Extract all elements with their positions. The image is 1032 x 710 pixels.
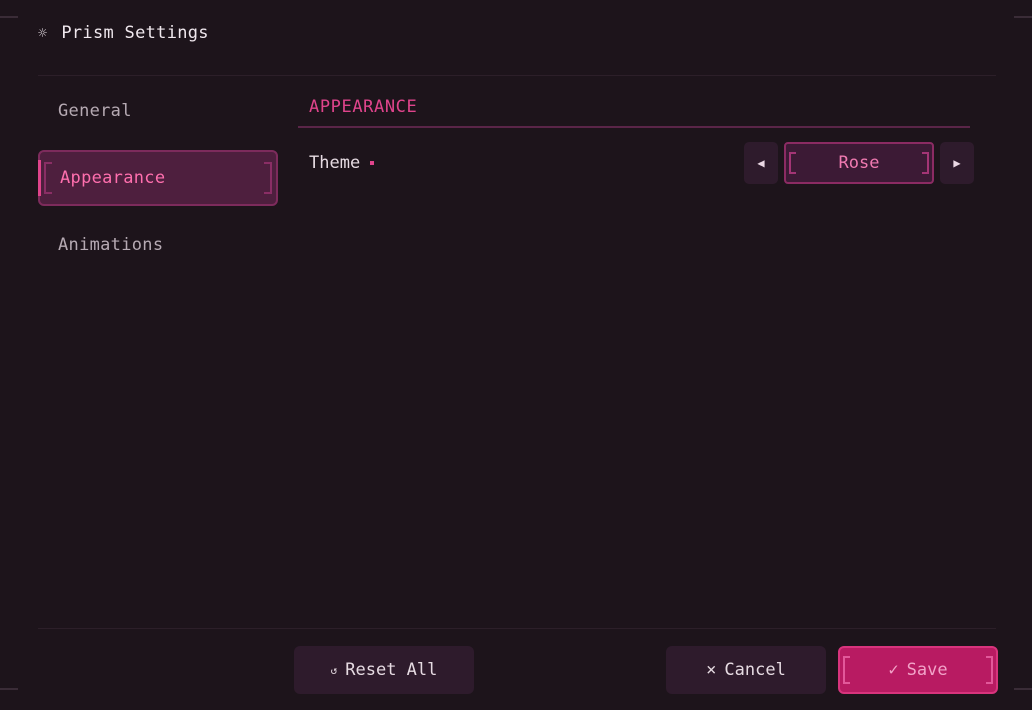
left-arrow-icon: ◀ — [757, 156, 765, 170]
sidebar-item-animations[interactable]: Animations — [38, 222, 278, 268]
theme-cycler: ◀ Rose ▶ — [744, 142, 974, 184]
sidebar-item-general[interactable]: General — [38, 88, 278, 134]
window-title: Prism Settings — [61, 23, 209, 43]
cancel-label: Cancel — [724, 660, 786, 680]
corner-decoration — [0, 688, 18, 690]
settings-content: APPEARANCE Theme ◀ Rose ▶ — [298, 88, 974, 186]
modified-indicator — [370, 161, 375, 165]
footer-divider — [38, 628, 996, 629]
close-icon: × — [706, 660, 717, 680]
theme-prev-button[interactable]: ◀ — [744, 142, 778, 184]
save-button[interactable]: ✓ Save — [838, 646, 998, 694]
section-title: APPEARANCE — [298, 88, 970, 128]
title-bar: ☼ Prism Settings — [38, 20, 209, 46]
corner-decoration — [1014, 16, 1032, 18]
cancel-button[interactable]: × Cancel — [666, 646, 826, 694]
reset-icon: ↺ — [330, 663, 338, 677]
bracket-right-decoration — [986, 656, 993, 684]
gear-icon: ☼ — [38, 24, 48, 42]
bracket-left-decoration — [843, 656, 850, 684]
theme-value-text: Rose — [838, 153, 880, 173]
bracket-left-decoration — [789, 152, 796, 174]
bracket-right-decoration — [264, 162, 272, 194]
title-divider — [38, 75, 996, 76]
reset-label: Reset All — [345, 660, 438, 680]
sidebar-item-label: General — [58, 101, 132, 121]
save-label: Save — [906, 660, 948, 680]
setting-label: Theme — [309, 153, 361, 173]
settings-window: ☼ Prism Settings General Appearance Anim… — [0, 0, 1032, 710]
theme-value[interactable]: Rose — [784, 142, 934, 184]
setting-row-theme: Theme ◀ Rose ▶ — [298, 140, 974, 186]
bracket-right-decoration — [922, 152, 929, 174]
corner-decoration — [0, 16, 18, 18]
bracket-left-decoration — [44, 162, 52, 194]
sidebar-item-label: Animations — [58, 235, 164, 255]
sidebar: General Appearance Animations — [38, 88, 278, 284]
right-arrow-icon: ▶ — [953, 156, 961, 170]
theme-next-button[interactable]: ▶ — [940, 142, 974, 184]
corner-decoration — [1014, 688, 1032, 690]
sidebar-item-label: Appearance — [60, 168, 166, 188]
check-icon: ✓ — [888, 660, 899, 680]
sidebar-item-appearance[interactable]: Appearance — [38, 150, 278, 206]
reset-all-button[interactable]: ↺ Reset All — [294, 646, 474, 694]
